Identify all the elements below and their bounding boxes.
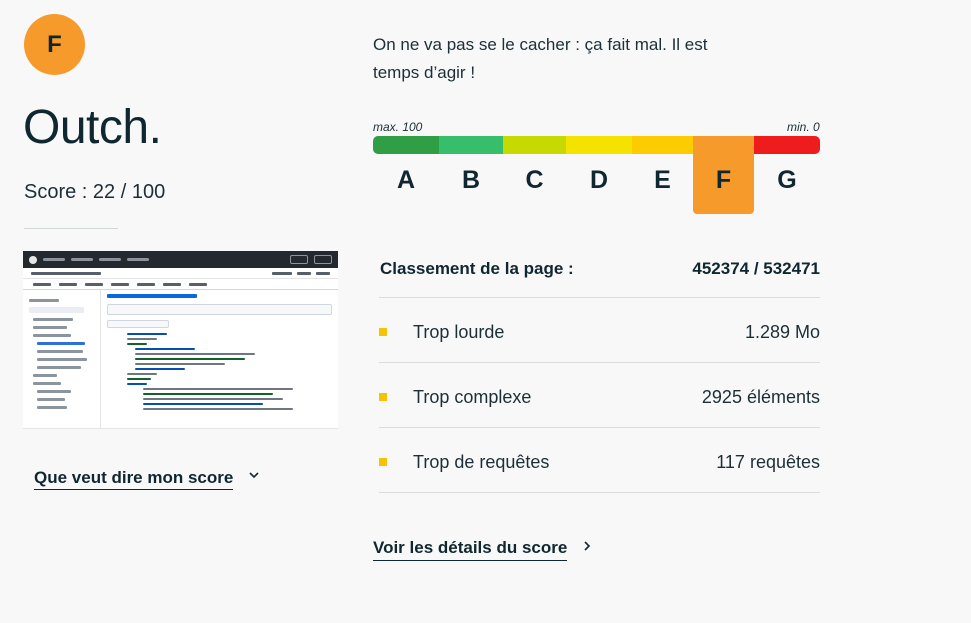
divider xyxy=(24,228,118,229)
chevron-right-icon[interactable] xyxy=(580,538,594,559)
metric-value: 1.289 Mo xyxy=(744,322,820,342)
score-headline: Outch. xyxy=(23,101,162,154)
ranking-value: 452374 / 532471 xyxy=(692,259,820,278)
warning-bullet-icon xyxy=(379,393,387,401)
grade-badge: F xyxy=(24,14,85,75)
metric-value: 2925 éléments xyxy=(701,387,820,407)
grade-letter-e: E xyxy=(654,166,671,194)
metric-complexity: Trop complexe 2925 éléments xyxy=(379,363,820,428)
metric-weight: Trop lourde 1.289 Mo xyxy=(379,298,820,363)
metric-requests: Trop de requêtes 117 requêtes xyxy=(379,428,820,493)
score-text: Score : 22 / 100 xyxy=(24,181,166,203)
metric-label: Trop de requêtes xyxy=(413,452,550,472)
score-details-link[interactable]: Voir les détails du score xyxy=(373,538,568,561)
grade-letter: F xyxy=(47,30,62,58)
grade-segment-a xyxy=(373,136,439,154)
metric-value: 117 requêtes xyxy=(716,452,820,472)
grade-letter-d: D xyxy=(589,166,609,194)
grade-segment-c xyxy=(503,136,566,154)
grade-segment-b xyxy=(439,136,503,154)
score-explanation-link[interactable]: Que veut dire mon score xyxy=(34,468,234,490)
page-screenshot-thumbnail xyxy=(23,251,338,429)
scale-max-label: max. 100 xyxy=(373,120,423,134)
grade-segment-d xyxy=(566,136,632,154)
metric-label: Trop complexe xyxy=(413,387,532,407)
metric-label: Trop lourde xyxy=(413,322,505,342)
grade-letter-f: F xyxy=(715,166,732,194)
grade-scale-letters: A B C D E F G xyxy=(373,166,820,210)
ranking-label: Classement de la page : xyxy=(380,259,574,278)
intro-text: On ne va pas se le cacher : ça fait mal.… xyxy=(373,35,708,82)
grade-segment-g xyxy=(754,136,820,154)
warning-bullet-icon xyxy=(379,458,387,466)
warning-bullet-icon xyxy=(379,328,387,336)
ranking-row: Classement de la page : 452374 / 532471 xyxy=(379,252,820,298)
grade-letter-c: C xyxy=(525,166,544,194)
grade-segment-e xyxy=(632,136,693,154)
scale-min-label: min. 0 xyxy=(787,120,820,134)
chevron-down-icon[interactable] xyxy=(247,468,261,486)
grade-letter-b: B xyxy=(461,166,481,194)
grade-letter-g: G xyxy=(777,166,797,194)
grade-letter-a: A xyxy=(396,166,416,194)
